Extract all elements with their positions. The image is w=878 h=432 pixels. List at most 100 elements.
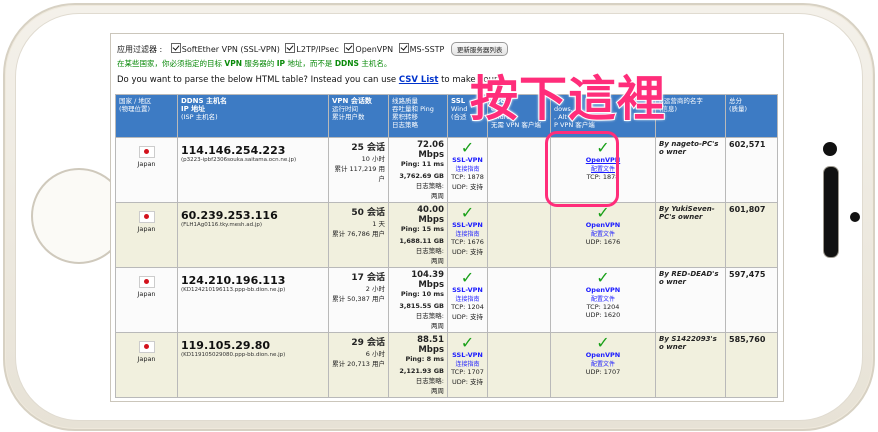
throughput: 40.00 Mbps bbox=[417, 205, 444, 225]
header-score: 总分 (质量) bbox=[725, 94, 778, 138]
hostname: (KD119105029080.ppp-bb.dion.ne.jp) bbox=[181, 352, 286, 358]
ssl-udp: UDP: 支持 bbox=[452, 378, 483, 386]
log-policy: 两周 bbox=[431, 257, 444, 265]
l2tp-cell bbox=[487, 202, 551, 268]
l2tp-cell bbox=[487, 137, 551, 203]
l2tp-cell bbox=[487, 267, 551, 333]
ssl-tcp: TCP: 1878 bbox=[451, 173, 484, 181]
header-sessions: VPN 会话数 运行时间 累计用户数 bbox=[328, 94, 389, 138]
operator-cell: By nageto-PC's o wner bbox=[655, 137, 726, 203]
openvpn-link[interactable]: OpenVPN bbox=[554, 286, 652, 294]
host-cell: 114.146.254.223 (p3223-ipbf2306souka.sait… bbox=[177, 137, 329, 203]
ssl-guide-link[interactable]: 连接指南 bbox=[451, 294, 484, 303]
hostname: (KD124210196113.ppp-bb.dion.ne.jp) bbox=[181, 287, 286, 293]
hostname: (p3223-ipbf2306souka.saitama.ocn.ne.jp) bbox=[181, 157, 297, 163]
ssl-udp: UDP: 支持 bbox=[452, 313, 483, 321]
user-count: 累计 117,219 用户 bbox=[334, 165, 385, 183]
note-ip: IP bbox=[276, 59, 286, 68]
japan-flag-icon bbox=[138, 146, 155, 158]
country-name: Japan bbox=[137, 290, 156, 298]
traffic: 2,121.93 GB bbox=[399, 367, 444, 375]
csv-question: Do you want to parse the below HTML tabl… bbox=[117, 75, 505, 85]
question-text: Do you want to parse the below HTML tabl… bbox=[117, 75, 397, 85]
proximity-sensor bbox=[850, 212, 860, 222]
check-icon: ✓ bbox=[596, 268, 610, 287]
log-policy: 两周 bbox=[431, 322, 444, 330]
uptime: 10 小时 bbox=[361, 155, 385, 163]
table-row: Japan 114.146.254.223 (p3223-ipbf2306souk… bbox=[115, 137, 778, 203]
check-icon: ✓ bbox=[460, 268, 475, 287]
ssl-vpn-link[interactable]: SSL-VPN bbox=[451, 221, 484, 229]
openvpn-highlight-box bbox=[545, 131, 619, 207]
operator-cell: By YukiSeven-PC's owner bbox=[655, 202, 726, 268]
traffic: 3,762.69 GB bbox=[399, 172, 444, 180]
openvpn-port: TCP: 1204 bbox=[586, 303, 620, 311]
score-cell: 597,475 bbox=[725, 267, 778, 333]
check-icon: ✓ bbox=[596, 203, 610, 222]
ddns-note: 在某些国家，你必须指定的目标 VPN 服务器的 IP 地址，而不是 DDNS 主… bbox=[117, 58, 391, 69]
operator-cell: By S1422093's o wner bbox=[655, 332, 726, 398]
ping: Ping: 15 ms bbox=[400, 225, 444, 233]
user-count: 累计 50,387 用户 bbox=[332, 295, 385, 303]
ip-address: 119.105.29.80 bbox=[181, 339, 271, 352]
log-label: 日志策略: bbox=[415, 377, 444, 385]
ssl-tcp: TCP: 1676 bbox=[451, 238, 484, 246]
japan-flag-icon bbox=[138, 341, 155, 353]
uptime: 1 天 bbox=[372, 220, 385, 228]
sessions-cell: 17 会话 2 小时累计 50,387 用户 bbox=[328, 267, 389, 333]
country-cell: Japan bbox=[115, 332, 178, 398]
session-count: 50 会话 bbox=[351, 208, 385, 218]
filter-l2tp-checkbox[interactable] bbox=[285, 43, 296, 53]
table-row: Japan 119.105.29.80 (KD119105029080.ppp-b… bbox=[115, 332, 778, 398]
ssl-cell: ✓ SSL-VPN 连接指南 TCP: 1676 UDP: 支持 bbox=[447, 202, 488, 268]
ping: Ping: 10 ms bbox=[400, 290, 444, 298]
note-text-3: 地址，而不是 bbox=[287, 59, 333, 68]
country-cell: Japan bbox=[115, 137, 178, 203]
ssl-cell: ✓ SSL-VPN 连接指南 TCP: 1707 UDP: 支持 bbox=[447, 332, 488, 398]
score: 585,760 bbox=[729, 335, 766, 344]
header-ddns: DDNS 主机名 IP 地址 (ISP 主机名) bbox=[177, 94, 329, 138]
session-count: 25 会话 bbox=[351, 143, 385, 153]
openvpn-cell: ✓ OpenVPN 配置文件 UDP: 1676 bbox=[550, 202, 656, 268]
openvpn-config-link[interactable]: 配置文件 bbox=[554, 294, 652, 303]
ssl-guide-link[interactable]: 连接指南 bbox=[451, 229, 484, 238]
openvpn-config-link[interactable]: 配置文件 bbox=[554, 359, 652, 368]
openvpn-link[interactable]: OpenVPN bbox=[554, 351, 652, 359]
throughput: 88.51 Mbps bbox=[417, 335, 444, 355]
ssl-udp: UDP: 支持 bbox=[452, 183, 483, 191]
operator-name: By nageto-PC's o wner bbox=[659, 140, 719, 156]
filter-openvpn-label: OpenVPN bbox=[355, 45, 394, 54]
japan-flag-icon bbox=[138, 276, 155, 288]
log-label: 日志策略: bbox=[415, 312, 444, 320]
operator-name: By S1422093's o wner bbox=[659, 335, 717, 351]
click-here-annotation: 按下這裡 bbox=[469, 70, 667, 128]
session-count: 17 会话 bbox=[351, 273, 385, 283]
ssl-udp: UDP: 支持 bbox=[452, 248, 483, 256]
uptime: 2 小时 bbox=[365, 285, 385, 293]
note-text-2: 服务器的 bbox=[244, 59, 275, 68]
filter-sstp-label: MS-SSTP bbox=[409, 45, 445, 54]
check-icon: ✓ bbox=[596, 333, 610, 352]
csv-list-link[interactable]: CSV List bbox=[399, 75, 439, 85]
filter-softether-checkbox[interactable] bbox=[170, 43, 181, 53]
uptime: 6 小时 bbox=[365, 350, 385, 358]
ssl-guide-link[interactable]: 连接指南 bbox=[451, 359, 484, 368]
filter-openvpn-checkbox[interactable] bbox=[344, 43, 355, 53]
ping: Ping: 8 ms bbox=[405, 355, 444, 363]
table-row: Japan 60.239.253.116 (FLH1Ag0116.tky.mesh… bbox=[115, 202, 778, 268]
filter-softether-label: SoftEther VPN (SSL-VPN) bbox=[181, 45, 280, 54]
table-header-row: 国家 / 地区 (物理位置) DDNS 主机名 IP 地址 (ISP 主机名) VPN… bbox=[115, 94, 778, 138]
ssl-guide-link[interactable]: 连接指南 bbox=[451, 164, 484, 173]
ssl-vpn-link[interactable]: SSL-VPN bbox=[451, 286, 484, 294]
ssl-vpn-link[interactable]: SSL-VPN bbox=[451, 351, 484, 359]
user-count: 累计 76,786 用户 bbox=[332, 230, 385, 238]
openvpn-cell: ✓ OpenVPN 配置文件 TCP: 1204 UDP: 1620 bbox=[550, 267, 656, 333]
score-cell: 602,571 bbox=[725, 137, 778, 203]
refresh-list-button[interactable]: 更新服务器列表 bbox=[450, 42, 509, 56]
traffic: 3,815.55 GB bbox=[399, 302, 444, 310]
filter-sstp-checkbox[interactable] bbox=[398, 43, 409, 53]
openvpn-config-link[interactable]: 配置文件 bbox=[554, 229, 652, 238]
ssl-vpn-link[interactable]: SSL-VPN bbox=[451, 156, 484, 164]
openvpn-link[interactable]: OpenVPN bbox=[554, 221, 652, 229]
check-icon: ✓ bbox=[460, 333, 475, 352]
